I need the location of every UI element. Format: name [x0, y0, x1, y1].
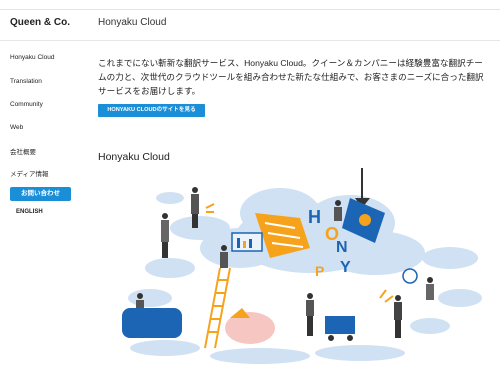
- top-rule: [0, 9, 500, 10]
- language-link-english[interactable]: ENGLISH: [16, 209, 43, 215]
- honyaku-cloud-illustration: H O N Y P: [122, 168, 482, 364]
- sidebar-item-honyaku-cloud[interactable]: Honyaku Cloud: [10, 54, 54, 61]
- sidebar-item-translation[interactable]: Translation: [10, 78, 42, 85]
- brand-logo[interactable]: Queen & Co.: [10, 17, 70, 28]
- page-title: Honyaku Cloud: [98, 17, 167, 28]
- speech-bubble-icon: [402, 268, 418, 284]
- blue-desk: [122, 308, 182, 338]
- laptop-icon: [231, 232, 263, 252]
- letter-y: Y: [340, 259, 351, 276]
- cart-icon: [325, 316, 355, 334]
- visit-site-button[interactable]: HONYAKU CLOUDのサイトを見る: [98, 104, 205, 117]
- section-title: Honyaku Cloud: [98, 151, 170, 163]
- sidebar-item-company[interactable]: 会社概要: [10, 146, 36, 156]
- letter-h: H: [308, 207, 321, 227]
- header-divider: [0, 40, 500, 41]
- letter-p: P: [315, 263, 324, 279]
- sidebar-item-community[interactable]: Community: [10, 101, 43, 108]
- letter-n: N: [336, 239, 348, 256]
- intro-text: これまでにない斬新な翻訳サービス、Honyaku Cloud。クイーン＆カンパニ…: [98, 58, 484, 96]
- spark-accent: [379, 289, 394, 303]
- sidebar-item-media[interactable]: メディア情報: [10, 168, 49, 178]
- ladder: [204, 267, 231, 349]
- cloud-shapes: [128, 188, 482, 364]
- sidebar-item-web[interactable]: Web: [10, 124, 23, 131]
- contact-button[interactable]: お問い合わせ: [10, 187, 71, 201]
